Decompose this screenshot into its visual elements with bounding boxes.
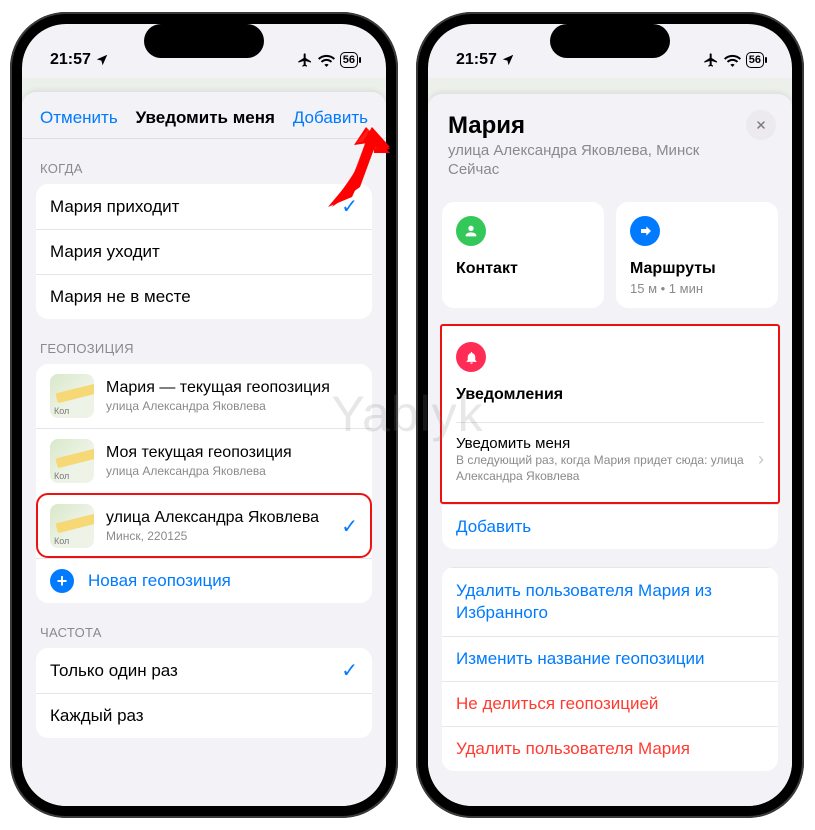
contact-tile[interactable]: Контакт (442, 202, 604, 308)
directions-icon (630, 216, 660, 246)
remove-favorite-button[interactable]: Удалить пользователя Мария из Избранного (442, 567, 778, 636)
status-time: 21:57 (456, 51, 497, 69)
phone-left: 21:57 56 Отменить Уведомить меня Добавит… (10, 12, 398, 818)
person-icon (456, 216, 486, 246)
sheet-title: Уведомить меня (136, 108, 275, 128)
close-icon (755, 119, 767, 131)
when-option-leaves[interactable]: Мария уходит (36, 229, 372, 274)
stop-sharing-button[interactable]: Не делиться геопозицией (442, 681, 778, 726)
notifications-block: Уведомления Уведомить меня В следующий р… (442, 330, 778, 498)
status-time: 21:57 (50, 51, 91, 69)
wifi-icon (724, 54, 741, 67)
location-list: Кол Мария — текущая геопозиция улица Але… (36, 364, 372, 603)
callout-arrow-icon (322, 127, 390, 207)
check-icon: ✓ (341, 514, 358, 539)
airplane-icon (703, 52, 719, 68)
remove-user-button[interactable]: Удалить пользователя Мария (442, 726, 778, 771)
battery-icon: 56 (746, 52, 764, 68)
actions-list: Удалить пользователя Мария из Избранного… (442, 567, 778, 771)
map-thumb-icon: Кол (50, 439, 94, 483)
when-option-notat[interactable]: Мария не в месте (36, 274, 372, 319)
airplane-icon (297, 52, 313, 68)
location-option-street[interactable]: Кол улица Александра Яковлева Минск, 220… (36, 493, 372, 558)
phone-right: 21:57 56 Мария улица Александра Яковлева… (416, 12, 804, 818)
person-updated: Сейчас (448, 161, 772, 178)
frequency-option-every[interactable]: Каждый раз (36, 693, 372, 738)
location-option-mine[interactable]: Кол Моя текущая геопозиция улица Алексан… (36, 428, 372, 493)
person-name: Мария (448, 112, 772, 140)
notifications-title: Уведомления (456, 386, 764, 404)
notifications-block-highlight: Уведомления Уведомить меня В следующий р… (440, 324, 780, 504)
rename-location-button[interactable]: Изменить название геопозиции (442, 636, 778, 681)
dynamic-island (550, 24, 670, 58)
wifi-icon (318, 54, 335, 67)
cancel-button[interactable]: Отменить (40, 108, 118, 128)
close-button[interactable] (746, 110, 776, 140)
directions-tile[interactable]: Маршруты 15 м • 1 мин (616, 202, 778, 308)
frequency-option-once[interactable]: Только один раз ✓ (36, 648, 372, 693)
battery-icon: 56 (340, 52, 358, 68)
bell-icon (456, 342, 486, 372)
plus-icon: + (50, 569, 74, 593)
check-icon: ✓ (341, 658, 358, 683)
location-arrow-icon (95, 53, 109, 67)
person-card: Мария улица Александра Яковлева, Минск С… (428, 94, 792, 806)
location-arrow-icon (501, 53, 515, 67)
add-button[interactable]: Добавить (293, 108, 368, 128)
chevron-right-icon: › (758, 449, 764, 470)
frequency-list: Только один раз ✓ Каждый раз (36, 648, 372, 738)
route-eta: 15 м • 1 мин (630, 281, 764, 296)
notifications-add-button[interactable]: Добавить (442, 504, 778, 549)
location-option-maria[interactable]: Кол Мария — текущая геопозиция улица Але… (36, 364, 372, 428)
new-location-button[interactable]: + Новая геопозиция (36, 558, 372, 603)
notify-me-row[interactable]: Уведомить меня В следующий раз, когда Ма… (456, 422, 764, 496)
map-thumb-icon: Кол (50, 374, 94, 418)
person-address: улица Александра Яковлева, Минск (448, 142, 772, 159)
dynamic-island (144, 24, 264, 58)
section-frequency-label: ЧАСТОТА (22, 603, 386, 648)
map-thumb-icon: Кол (50, 504, 94, 548)
section-location-label: ГЕОПОЗИЦИЯ (22, 319, 386, 364)
